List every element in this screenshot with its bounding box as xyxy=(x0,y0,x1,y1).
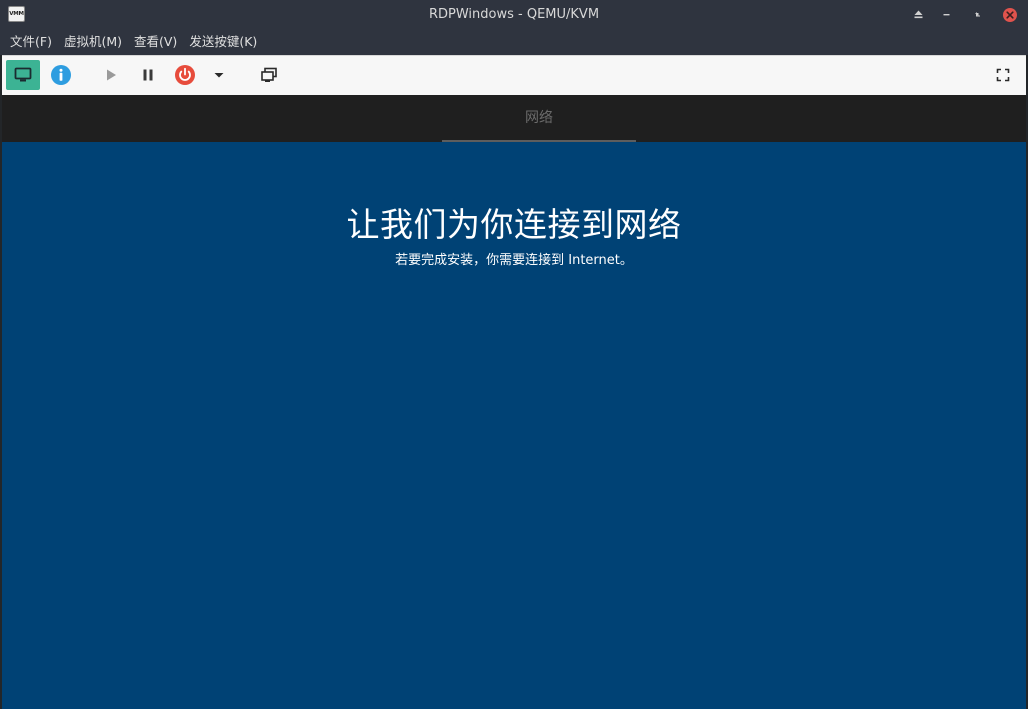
monitor-icon xyxy=(14,67,32,82)
restore-icon xyxy=(975,12,980,17)
guest-heading: 让我们为你连接到网络 xyxy=(346,205,682,244)
menu-view[interactable]: 查看(V) xyxy=(128,29,183,55)
details-view-button[interactable] xyxy=(44,60,78,90)
menu-file[interactable]: 文件(F) xyxy=(4,29,58,55)
shutdown-button[interactable] xyxy=(168,60,202,90)
minimize-icon xyxy=(943,14,950,16)
menu-send-key[interactable]: 发送按键(K) xyxy=(183,29,263,55)
run-button[interactable] xyxy=(94,60,128,90)
close-icon xyxy=(1002,7,1017,22)
caret-down-icon xyxy=(214,73,224,78)
snapshots-button[interactable] xyxy=(252,60,286,90)
fullscreen-button[interactable] xyxy=(986,60,1020,90)
eject-icon xyxy=(914,10,923,19)
menu-virtual-machine[interactable]: 虚拟机(M) xyxy=(58,29,128,55)
fullscreen-icon xyxy=(996,68,1010,82)
power-icon xyxy=(175,65,195,85)
title-bar: VMM RDPWindows - QEMU/KVM xyxy=(0,0,1028,29)
shutdown-menu-button[interactable] xyxy=(204,60,234,90)
pause-button[interactable] xyxy=(131,60,165,90)
vm-console-display[interactable]: 让我们为你连接到网络 若要完成安装，你需要连接到 Internet。 xyxy=(2,142,1026,709)
guest-step-tab-network: 网络 xyxy=(442,95,636,142)
keep-above-button[interactable] xyxy=(910,6,927,23)
window-title: RDPWindows - QEMU/KVM xyxy=(428,7,600,22)
guest-subtitle: 若要完成安装，你需要连接到 Internet。 xyxy=(395,253,633,268)
toolbar xyxy=(2,55,1026,95)
close-button[interactable] xyxy=(1001,6,1018,23)
minimize-button[interactable] xyxy=(938,6,955,23)
restore-button[interactable] xyxy=(969,6,986,23)
console-view-button[interactable] xyxy=(6,60,40,90)
snapshot-icon xyxy=(261,67,277,82)
play-icon xyxy=(107,69,116,81)
guest-setup-header: 网络 xyxy=(2,95,1026,142)
menu-bar: 文件(F) 虚拟机(M) 查看(V) 发送按键(K) xyxy=(0,29,1028,55)
pause-icon xyxy=(143,69,153,81)
info-icon xyxy=(51,65,71,85)
